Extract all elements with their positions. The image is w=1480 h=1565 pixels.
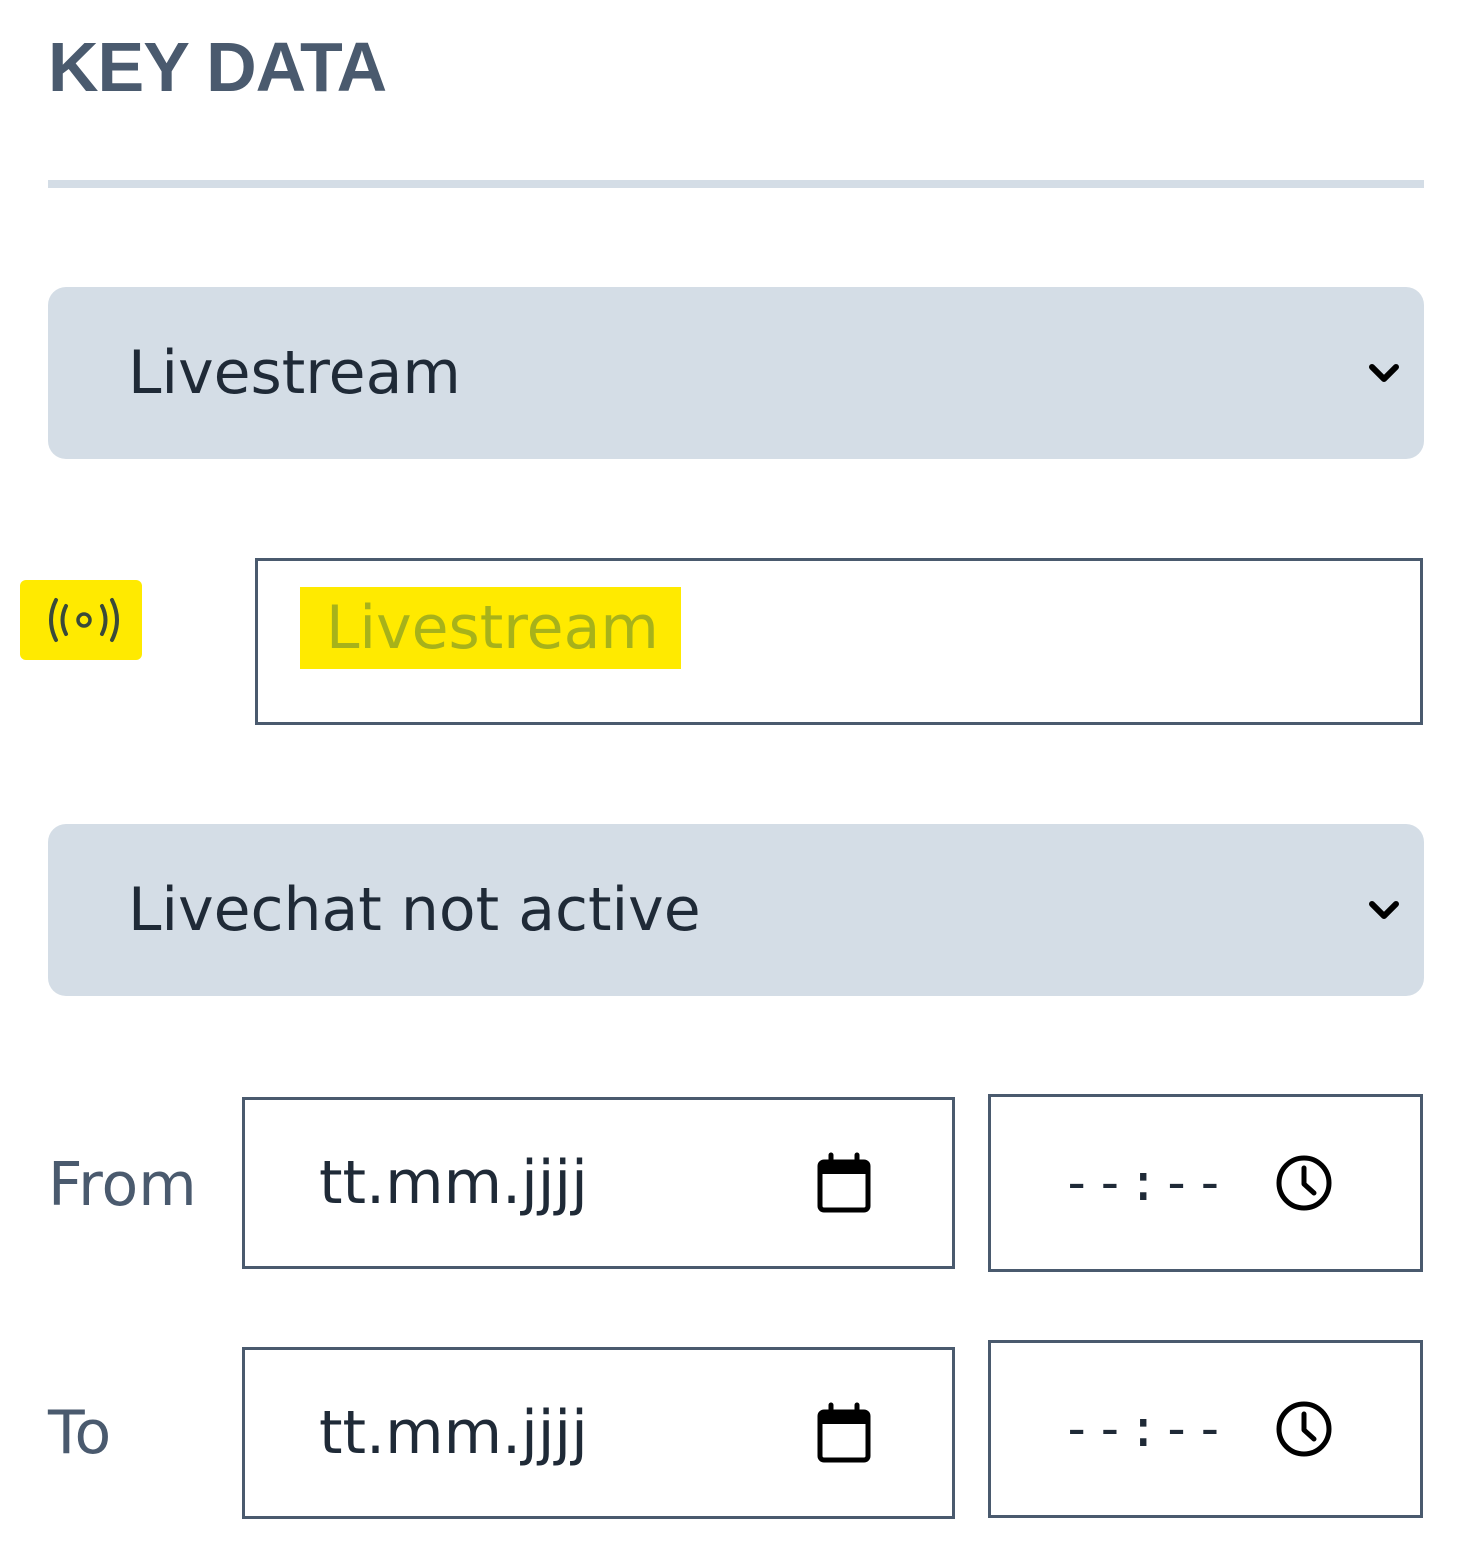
to-label: To <box>48 1398 112 1468</box>
stream-title-placeholder: Livestream <box>326 593 659 663</box>
from-label: From <box>48 1150 197 1220</box>
from-time-placeholder: --:-- <box>1061 1153 1228 1213</box>
from-date-placeholder: tt.mm.jjjj <box>319 1148 588 1218</box>
to-time-input[interactable]: --:-- <box>988 1340 1423 1518</box>
calendar-icon[interactable] <box>816 1152 872 1214</box>
broadcast-icon-highlight <box>20 580 142 660</box>
calendar-icon[interactable] <box>816 1402 872 1464</box>
placeholder-highlight: Livestream <box>300 587 681 669</box>
panel-title: KEY DATA <box>48 28 387 106</box>
clock-icon[interactable] <box>1274 1399 1334 1459</box>
clock-icon[interactable] <box>1274 1153 1334 1213</box>
to-time-placeholder: --:-- <box>1061 1399 1228 1459</box>
stream-type-selected-value: Livestream <box>128 338 461 408</box>
broadcast-icon <box>49 598 119 642</box>
livechat-select[interactable]: Livechat not active <box>48 824 1424 996</box>
from-time-input[interactable]: --:-- <box>988 1094 1423 1272</box>
to-date-input[interactable]: tt.mm.jjjj <box>242 1347 955 1519</box>
from-date-input[interactable]: tt.mm.jjjj <box>242 1097 955 1269</box>
stream-type-select[interactable]: Livestream <box>48 287 1424 459</box>
livechat-selected-value: Livechat not active <box>128 875 701 945</box>
chevron-down-icon <box>1369 364 1399 382</box>
to-date-placeholder: tt.mm.jjjj <box>319 1398 588 1468</box>
chevron-down-icon <box>1369 901 1399 919</box>
stream-title-input[interactable]: Livestream <box>255 558 1423 725</box>
section-divider <box>48 180 1424 188</box>
